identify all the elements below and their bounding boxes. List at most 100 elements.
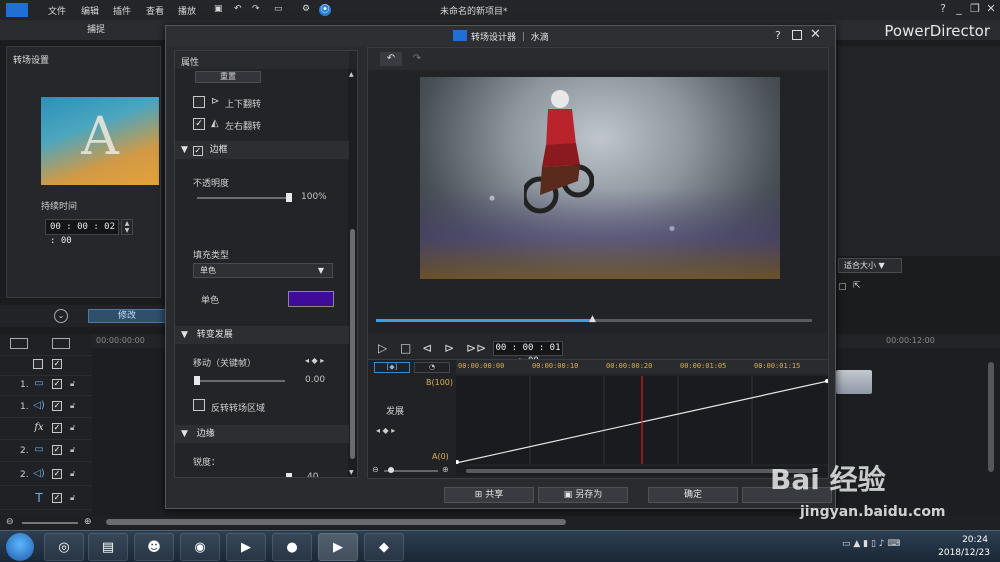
keyframe-nav-icon[interactable]: ◂ ◆ ▸ bbox=[376, 426, 395, 435]
menu-view[interactable]: 查看 bbox=[146, 4, 164, 17]
track-enable-checkbox[interactable]: ✓ bbox=[52, 445, 62, 455]
redo-icon[interactable]: ↷ bbox=[252, 4, 260, 14]
sharpness-slider-knob[interactable] bbox=[286, 473, 292, 477]
keyframe-ease-button[interactable]: ◔ bbox=[414, 362, 450, 373]
track-enable-checkbox[interactable]: ✓ bbox=[52, 493, 62, 503]
keyframe-mode-button[interactable]: [◆] bbox=[374, 362, 410, 373]
invert-region-checkbox[interactable] bbox=[193, 399, 205, 411]
zoom-out-icon[interactable]: ⊖ bbox=[372, 465, 379, 474]
lock-icon[interactable]: 🔓︎ bbox=[70, 493, 78, 503]
timecode-display[interactable]: 00 : 00 : 01 : 00 bbox=[493, 341, 563, 366]
fast-forward-icon[interactable]: ⊳⊳ bbox=[466, 341, 486, 355]
help-icon[interactable]: ? bbox=[936, 2, 950, 16]
stop-icon[interactable]: □ bbox=[400, 341, 411, 355]
menu-playback[interactable]: 播放 bbox=[178, 4, 196, 17]
border-section-header[interactable]: ▼ ✓ 边框 bbox=[175, 141, 349, 159]
sharpness-slider[interactable] bbox=[197, 477, 289, 478]
timeline-ruler-right[interactable]: 00:00:12:00 bbox=[836, 334, 1000, 348]
restore-icon[interactable]: ❐ bbox=[968, 2, 982, 16]
opacity-slider-knob[interactable] bbox=[286, 193, 292, 202]
properties-scrollbar[interactable]: ▲ ▼ bbox=[348, 69, 357, 477]
lock-icon[interactable]: 🔓︎ bbox=[70, 469, 78, 479]
menu-file[interactable]: 文件 bbox=[48, 4, 66, 17]
next-frame-icon[interactable]: ⊳ bbox=[444, 341, 454, 355]
start-button[interactable] bbox=[6, 533, 34, 561]
timeline-vscrollbar[interactable] bbox=[988, 362, 994, 472]
menu-edit[interactable]: 编辑 bbox=[81, 4, 99, 17]
close-icon[interactable]: ✕ bbox=[810, 27, 821, 42]
zoom-in-icon[interactable]: ⊕ bbox=[84, 517, 92, 527]
undo-icon[interactable]: ↶ bbox=[234, 4, 242, 14]
solid-color-swatch[interactable] bbox=[288, 291, 334, 307]
track-view-icon-2[interactable] bbox=[52, 338, 70, 349]
zoom-in-icon[interactable]: ⊕ bbox=[442, 465, 449, 474]
lock-icon[interactable]: 🔓︎ bbox=[70, 423, 78, 433]
recorder-icon[interactable]: ● bbox=[272, 533, 312, 561]
track-enable-checkbox[interactable]: ✓ bbox=[52, 423, 62, 433]
zoom-slider[interactable] bbox=[22, 522, 78, 524]
tray-icons[interactable]: ▭ ▲ ▮ ▯ ♪ ⌨ bbox=[842, 539, 900, 549]
track-lock-all-checkbox[interactable]: ✓ bbox=[52, 359, 62, 369]
flip-horizontal-checkbox[interactable]: ✓ bbox=[193, 118, 205, 130]
modify-button[interactable]: 修改 bbox=[88, 309, 166, 323]
track-enable-all-checkbox[interactable] bbox=[33, 359, 43, 369]
scrollbar-thumb[interactable] bbox=[350, 229, 355, 459]
powerdirector-taskbar-icon[interactable]: ▶ bbox=[318, 533, 358, 561]
scroll-down-icon[interactable]: ▼ bbox=[349, 469, 354, 476]
keyframe-ruler[interactable]: 00:00:00:00 00:00:00:10 00:00:00:20 00:0… bbox=[456, 360, 828, 374]
border-enable-checkbox[interactable]: ✓ bbox=[192, 146, 203, 156]
browser-360-icon[interactable]: ◎ bbox=[44, 533, 84, 561]
maximize-icon[interactable] bbox=[792, 30, 802, 40]
undo-button[interactable]: ↶ bbox=[380, 52, 402, 66]
timeline-clip[interactable] bbox=[836, 370, 872, 394]
lock-icon[interactable]: 🔓︎ bbox=[70, 445, 78, 455]
save-icon[interactable]: ▣ bbox=[214, 4, 223, 14]
share-button[interactable]: ⊞ 共享 bbox=[444, 487, 534, 503]
reset-button[interactable]: 重置 bbox=[195, 71, 261, 83]
duration-spinner[interactable]: ▲ ▼ bbox=[121, 219, 133, 235]
scrollbar-thumb[interactable] bbox=[466, 469, 816, 473]
prev-frame-icon[interactable]: ⊲ bbox=[422, 341, 432, 355]
media-app-icon[interactable]: ▶ bbox=[226, 533, 266, 561]
duration-input[interactable]: 00 : 00 : 02 : 00 bbox=[45, 219, 119, 246]
move-slider-knob[interactable] bbox=[194, 376, 200, 385]
timeline-tracks-area[interactable] bbox=[92, 348, 166, 516]
monitor-icon[interactable]: ▭ bbox=[274, 4, 283, 14]
notes-app-icon[interactable]: ◆ bbox=[364, 533, 404, 561]
menu-plugins[interactable]: 插件 bbox=[113, 4, 131, 17]
timeline-hscrollbar[interactable] bbox=[106, 519, 566, 525]
timeline-ruler[interactable]: 00:00:00:00 bbox=[92, 334, 166, 348]
keyframe-graph[interactable] bbox=[456, 376, 828, 464]
seekbar-knob[interactable]: ▲ bbox=[589, 314, 599, 324]
flip-vertical-checkbox[interactable] bbox=[193, 96, 205, 108]
opacity-slider[interactable] bbox=[197, 197, 289, 199]
gradient-section-header[interactable]: ▼ 转变发展 bbox=[175, 326, 349, 344]
fit-size-select[interactable]: 适合大小 ▼ bbox=[838, 258, 902, 273]
fill-type-select[interactable]: 单色 ▼ bbox=[193, 263, 333, 278]
file-explorer-icon[interactable]: ▤ bbox=[88, 533, 128, 561]
track-enable-checkbox[interactable]: ✓ bbox=[52, 469, 62, 479]
lock-icon[interactable]: 🔓︎ bbox=[70, 401, 78, 411]
tab-capture[interactable]: 捕捉 bbox=[56, 20, 136, 40]
save-as-button[interactable]: ▣ 另存为 bbox=[538, 487, 628, 503]
move-slider[interactable] bbox=[197, 380, 285, 382]
preview-seekbar[interactable]: ▲ bbox=[376, 314, 812, 324]
help-icon[interactable]: ? bbox=[775, 29, 781, 42]
lock-icon[interactable]: 🔓︎ bbox=[70, 379, 78, 389]
zoom-out-icon[interactable]: ⊖ bbox=[6, 517, 14, 527]
firefox-icon[interactable]: ◉ bbox=[180, 533, 220, 561]
checkbox-icon[interactable]: ▢ bbox=[838, 282, 848, 292]
notification-icon[interactable]: ⦿ bbox=[319, 4, 331, 16]
settings-icon[interactable]: ⚙ bbox=[302, 4, 310, 14]
track-view-icon[interactable] bbox=[10, 338, 28, 349]
keyframe-zoom-knob[interactable] bbox=[388, 467, 394, 473]
close-icon[interactable]: ✕ bbox=[984, 2, 998, 16]
minimize-icon[interactable]: _ bbox=[952, 2, 966, 16]
expand-icon[interactable]: ⌄ bbox=[54, 309, 68, 323]
edge-section-header[interactable]: ▼ 边缘 bbox=[175, 425, 349, 443]
ok-button[interactable]: 确定 bbox=[648, 487, 738, 503]
track-enable-checkbox[interactable]: ✓ bbox=[52, 401, 62, 411]
keyframe-nav-icon[interactable]: ◂ ◆ ▸ bbox=[305, 356, 324, 365]
external-view-icon[interactable]: ⇱ bbox=[853, 281, 865, 291]
track-enable-checkbox[interactable]: ✓ bbox=[52, 379, 62, 389]
